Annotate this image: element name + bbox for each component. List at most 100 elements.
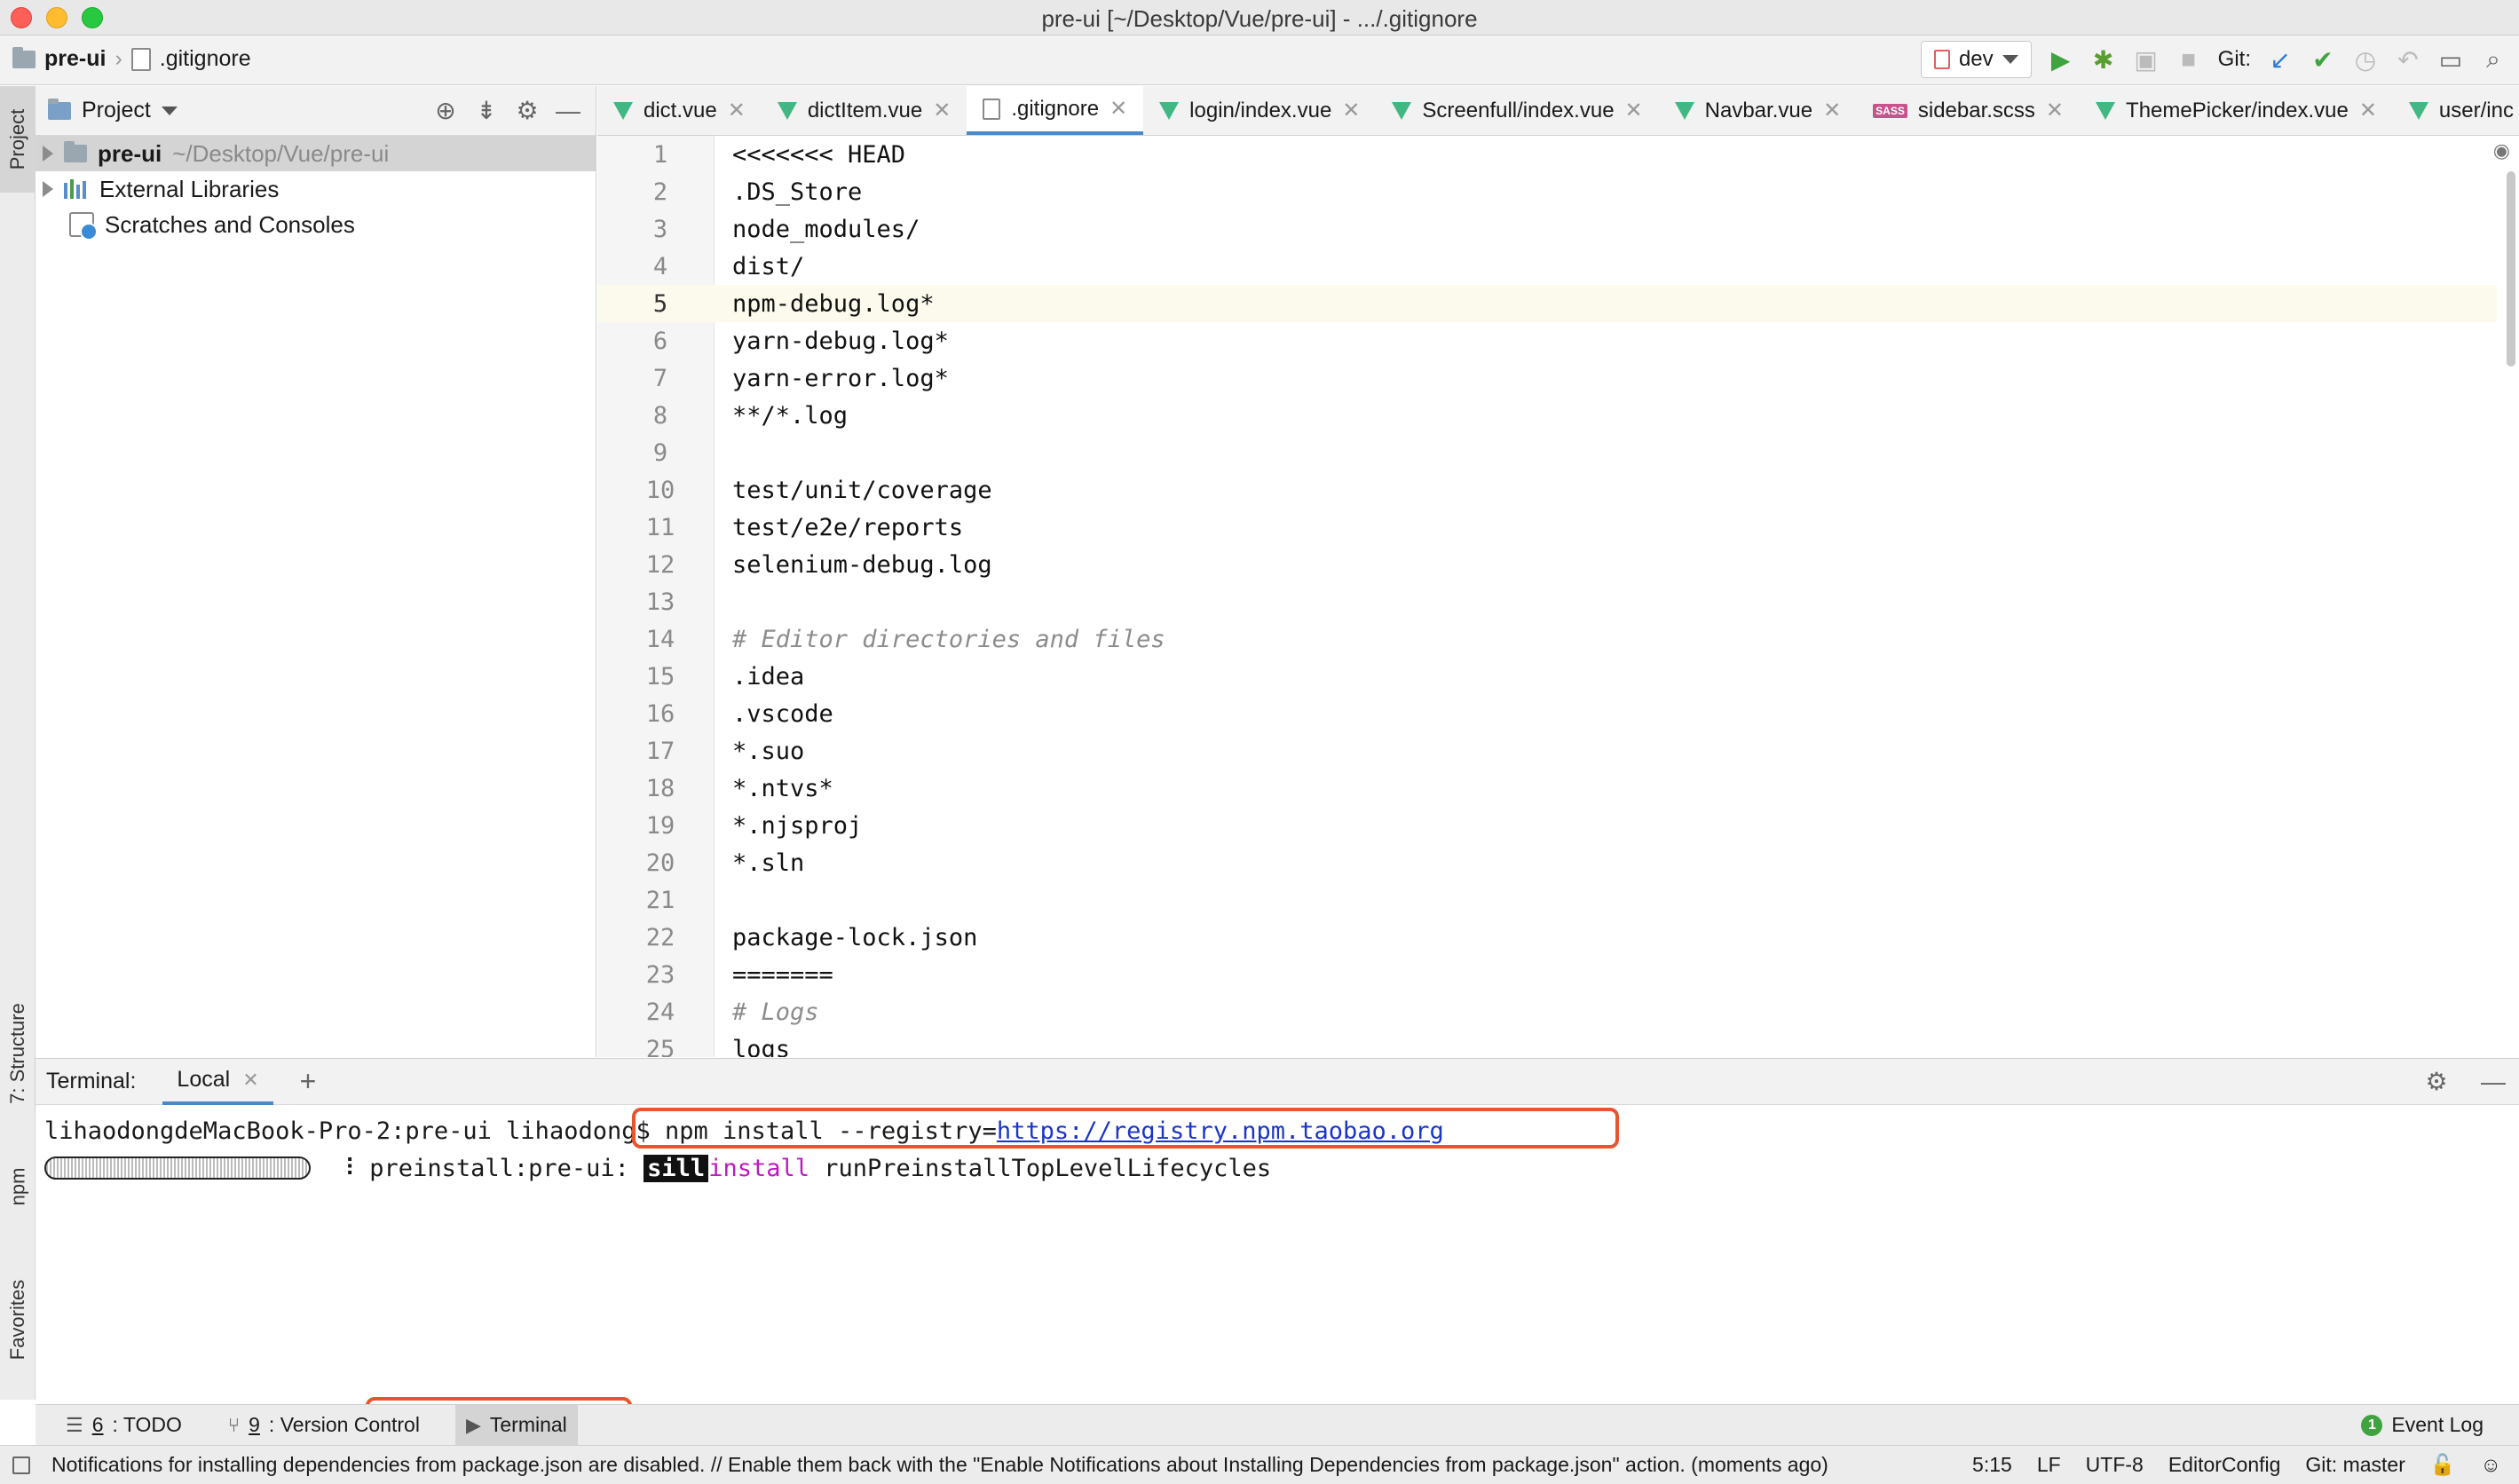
code-line[interactable]: 13 [597, 583, 2497, 620]
tab-sidebar-scss[interactable]: SASS sidebar.scss ✕ [1857, 86, 2080, 135]
close-icon[interactable]: ✕ [1625, 98, 1643, 123]
tab-screenfull-index-vue[interactable]: Screenfull/index.vue ✕ [1376, 86, 1658, 135]
tab-dict-vue[interactable]: dict.vue ✕ [597, 86, 762, 135]
left-tool-strip: Project 7: Structure npm Favorites [0, 86, 36, 1400]
terminal-tab-local[interactable]: Local ✕ [162, 1059, 273, 1105]
inspector-icon[interactable]: ☺ [2481, 1453, 2501, 1477]
project-panel-title[interactable]: Project [82, 98, 151, 123]
todo-tool-tab[interactable]: ☰ 6: TODO [55, 1405, 193, 1446]
code-line[interactable]: 1 <<<<<<< HEAD [597, 136, 2497, 173]
gear-icon[interactable]: ⚙ [2421, 1067, 2452, 1096]
debug-icon[interactable]: ✱ [2090, 46, 2117, 74]
eye-icon[interactable]: ◉ [2493, 139, 2510, 162]
code-line[interactable]: 4 dist/ [597, 248, 2497, 285]
close-icon[interactable]: ✕ [728, 98, 746, 123]
code-line[interactable]: 17 *.suo [597, 732, 2497, 770]
status-message[interactable]: Notifications for installing dependencie… [51, 1453, 1972, 1477]
code-line[interactable]: 9 [597, 434, 2497, 471]
new-terminal-icon[interactable]: + [300, 1065, 317, 1098]
tab-gitignore[interactable]: .gitignore ✕ [967, 86, 1144, 135]
code-line[interactable]: 20 *.sln [597, 844, 2497, 881]
git-commit-icon[interactable]: ✔ [2310, 46, 2336, 74]
project-tool-tab[interactable]: Project [0, 86, 36, 193]
editorconfig-status[interactable]: EditorConfig [2168, 1453, 2281, 1477]
line-separator[interactable]: LF [2037, 1453, 2061, 1477]
favorites-tool-tab[interactable]: Favorites [0, 1258, 36, 1382]
tree-item-pre-ui[interactable]: pre-ui ~/Desktop/Vue/pre-ui [36, 136, 596, 171]
npm-tool-tab[interactable]: npm [0, 1151, 36, 1222]
code-editor[interactable]: 1 <<<<<<< HEAD 2 .DS_Store 3 node_modules/4 di… [597, 136, 2519, 1057]
code-text: npm-debug.log* [732, 289, 935, 318]
tab-navbar-vue[interactable]: Navbar.vue ✕ [1659, 86, 1858, 135]
terminal-tool-tab[interactable]: ▶ Terminal [454, 1404, 578, 1446]
code-line[interactable]: 10 test/unit/coverage [597, 471, 2497, 509]
code-line[interactable]: 6 yarn-debug.log* [597, 322, 2497, 359]
line-number: 9 [652, 438, 668, 467]
close-icon[interactable]: ✕ [933, 98, 951, 123]
code-line[interactable]: 22 package-lock.json [597, 919, 2497, 956]
close-icon[interactable]: ✕ [1823, 98, 1841, 123]
code-line[interactable]: 3 node_modules/ [597, 210, 2497, 248]
code-line[interactable]: 12 selenium-debug.log [597, 546, 2497, 583]
code-line[interactable]: 25 logs [597, 1030, 2497, 1058]
expand-arrow-icon[interactable] [43, 181, 53, 197]
caret-position[interactable]: 5:15 [1972, 1453, 2012, 1477]
lock-icon[interactable]: 🔓 [2430, 1453, 2456, 1477]
tab-user-index-vue[interactable]: user/inc [2393, 86, 2519, 135]
run-configuration-select[interactable]: dev [1920, 41, 2032, 78]
code-text: package-lock.json [732, 923, 978, 951]
line-number: 21 [645, 886, 675, 914]
tab-dictitem-vue[interactable]: dictItem.vue ✕ [762, 86, 967, 135]
git-rollback-icon[interactable]: ↶ [2395, 46, 2421, 74]
breadcrumb-project[interactable]: pre-ui [44, 46, 106, 72]
git-file-icon [130, 47, 151, 71]
code-line[interactable]: 2 .DS_Store [597, 173, 2497, 210]
file-encoding[interactable]: UTF-8 [2086, 1453, 2144, 1477]
code-line[interactable]: 16 .vscode [597, 695, 2497, 732]
close-icon[interactable]: ✕ [242, 1069, 258, 1092]
breadcrumb-file[interactable]: .gitignore [160, 46, 251, 72]
code-line[interactable]: 23 ======= [597, 956, 2497, 993]
run-icon[interactable]: ▶ [2048, 46, 2074, 74]
code-line[interactable]: 18 *.ntvs* [597, 770, 2497, 807]
code-line[interactable]: 15 .idea [597, 658, 2497, 695]
git-history-icon[interactable]: ◷ [2352, 46, 2379, 74]
event-log-button[interactable]: 1 Event Log [2361, 1413, 2483, 1437]
stop-icon[interactable]: ■ [2176, 45, 2202, 73]
tree-item-scratches[interactable]: Scratches and Consoles [36, 207, 596, 242]
gear-icon[interactable]: ⚙ [512, 96, 542, 125]
tree-item-label: pre-ui [98, 139, 162, 167]
close-icon[interactable]: ✕ [1109, 96, 1127, 122]
tab-themepicker-index-vue[interactable]: ThemePicker/index.vue ✕ [2080, 86, 2393, 135]
git-update-icon[interactable]: ↙ [2267, 46, 2294, 74]
close-icon[interactable]: ✕ [1342, 98, 1360, 123]
collapse-all-icon[interactable]: ⇟ [471, 96, 501, 125]
structure-tool-tab[interactable]: 7: Structure [0, 983, 36, 1125]
close-icon[interactable]: ✕ [2046, 98, 2064, 123]
code-line[interactable]: 8 **/*.log [597, 397, 2497, 434]
toggle-tool-windows-icon[interactable] [12, 1456, 30, 1474]
code-line[interactable]: 5 npm-debug.log* [597, 285, 2497, 322]
code-line[interactable]: 11 test/e2e/reports [597, 509, 2497, 546]
code-line[interactable]: 21 [597, 881, 2497, 919]
tree-item-external-libraries[interactable]: External Libraries [36, 171, 596, 207]
code-line[interactable]: 14 # Editor directories and files [597, 620, 2497, 658]
code-line[interactable]: 7 yarn-error.log* [597, 359, 2497, 397]
code-line[interactable]: 24 # Logs [597, 993, 2497, 1030]
presentation-mode-icon[interactable]: ▭ [2437, 46, 2464, 74]
vertical-scrollbar[interactable] [2507, 171, 2515, 367]
coverage-icon[interactable]: ▣ [2133, 46, 2160, 74]
expand-arrow-icon[interactable] [43, 146, 53, 162]
hide-panel-icon[interactable]: — [553, 97, 583, 125]
code-line[interactable]: 19 *.njsproj [597, 807, 2497, 844]
locate-icon[interactable]: ⊕ [430, 96, 461, 125]
search-icon[interactable]: ⌕ [2480, 45, 2507, 73]
git-branch-status[interactable]: Git: master [2305, 1453, 2404, 1477]
progress-separator: ⠸ [323, 1154, 370, 1182]
code-text: **/*.log [732, 401, 849, 430]
hide-panel-icon[interactable]: — [2478, 1068, 2508, 1096]
chevron-down-icon[interactable] [161, 106, 178, 115]
tab-login-index-vue[interactable]: login/index.vue ✕ [1143, 86, 1376, 135]
close-icon[interactable]: ✕ [2359, 98, 2377, 123]
version-control-tool-tab[interactable]: ⑂ 9: Version Control [217, 1405, 430, 1446]
